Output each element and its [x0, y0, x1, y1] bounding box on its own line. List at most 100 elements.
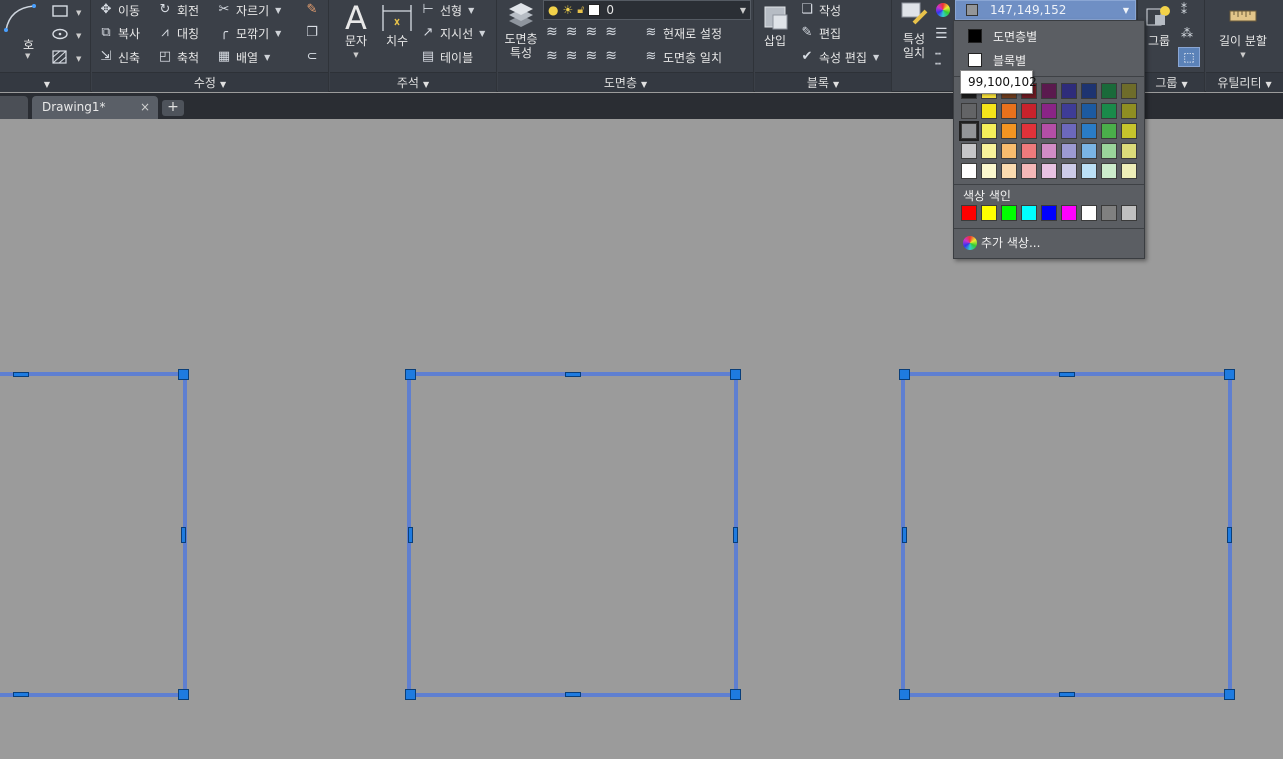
color-swatch[interactable]: [1081, 143, 1097, 159]
corner-grip[interactable]: [899, 369, 910, 380]
array-dropdown-icon[interactable]: ▼: [264, 53, 270, 62]
modify-panel-title[interactable]: 수정 ▼: [92, 72, 328, 92]
trim-button[interactable]: ✂ 자르기 ▼: [216, 0, 282, 20]
color-swatch[interactable]: [1081, 123, 1097, 139]
index-color-swatch[interactable]: [1041, 205, 1057, 221]
group-button[interactable]: 그룹: [1141, 2, 1177, 48]
index-color-swatch[interactable]: [1021, 205, 1037, 221]
group-edit-icon[interactable]: ⁂: [1181, 26, 1197, 42]
edit-attributes-button[interactable]: ✔ 속성 편집 ▼: [799, 47, 880, 67]
arc-dropdown-icon[interactable]: ▼: [25, 52, 30, 60]
layer-isolate-icon[interactable]: ≋: [546, 24, 558, 42]
close-icon[interactable]: ×: [140, 96, 150, 118]
color-swatch[interactable]: [1001, 143, 1017, 159]
color-swatch[interactable]: [1061, 123, 1077, 139]
linetype-icon[interactable]: ┅ ┅: [935, 50, 951, 70]
color-combo-dropdown-icon[interactable]: ▼: [1123, 6, 1129, 15]
midpoint-grip[interactable]: [733, 527, 738, 543]
erase-button[interactable]: ✎: [304, 0, 324, 20]
layer-unisolate-icon[interactable]: ≋: [546, 48, 558, 66]
new-tab-button[interactable]: +: [162, 100, 184, 116]
color-swatch[interactable]: [1001, 123, 1017, 139]
leader-button[interactable]: ↗ 지시선 ▼: [420, 23, 486, 43]
layer-on-tool-icon[interactable]: ≋: [566, 48, 578, 66]
make-current-button[interactable]: ≋ 현재로 설정: [643, 23, 722, 43]
hatch-button[interactable]: ▼: [52, 49, 86, 65]
index-color-swatch[interactable]: [1081, 205, 1097, 221]
lineweight-icon[interactable]: ☰: [935, 27, 951, 41]
color-swatch[interactable]: [1061, 83, 1077, 99]
midpoint-grip[interactable]: [408, 527, 413, 543]
color-swatch[interactable]: [1101, 103, 1117, 119]
color-swatch[interactable]: [1101, 143, 1117, 159]
color-swatch[interactable]: [1061, 103, 1077, 119]
layer-off-icon[interactable]: ≋: [566, 24, 578, 42]
color-swatch[interactable]: [1121, 123, 1137, 139]
color-option-bylayer[interactable]: 도면층별: [954, 25, 1144, 47]
corner-grip[interactable]: [1224, 689, 1235, 700]
dimension-button[interactable]: 치수: [380, 2, 414, 48]
color-swatch[interactable]: [1081, 103, 1097, 119]
color-swatch[interactable]: [1021, 163, 1037, 179]
text-button[interactable]: A 문자 ▼: [340, 2, 372, 62]
measure-dropdown-icon[interactable]: ▼: [1240, 48, 1245, 62]
color-swatch[interactable]: [1081, 83, 1097, 99]
layers-panel-title[interactable]: 도면층 ▼: [498, 72, 753, 92]
layer-lock-tool-icon[interactable]: ≋: [605, 24, 617, 42]
midpoint-grip[interactable]: [13, 692, 29, 697]
color-swatch[interactable]: [961, 143, 977, 159]
color-swatch[interactable]: [1121, 83, 1137, 99]
color-swatch[interactable]: [1021, 143, 1037, 159]
color-swatch[interactable]: [1121, 143, 1137, 159]
midpoint-grip[interactable]: [565, 692, 581, 697]
midpoint-grip[interactable]: [902, 527, 907, 543]
arc-label[interactable]: 호: [23, 36, 34, 53]
midpoint-grip[interactable]: [181, 527, 186, 543]
color-swatch[interactable]: [1041, 123, 1057, 139]
corner-grip[interactable]: [178, 369, 189, 380]
color-swatch[interactable]: [1041, 83, 1057, 99]
color-swatch[interactable]: [1121, 103, 1137, 119]
rectangle-button[interactable]: ▼: [52, 3, 86, 19]
text-dropdown-icon[interactable]: ▼: [353, 48, 358, 62]
drawing-tab[interactable]: Drawing1* ×: [32, 96, 158, 119]
index-color-swatch[interactable]: [981, 205, 997, 221]
index-color-swatch[interactable]: [1121, 205, 1137, 221]
corner-grip[interactable]: [730, 689, 741, 700]
midpoint-grip[interactable]: [1227, 527, 1232, 543]
color-swatch[interactable]: [959, 121, 979, 141]
color-swatch[interactable]: [1041, 143, 1057, 159]
color-swatch[interactable]: [981, 123, 997, 139]
scale-button[interactable]: ◰ 축척: [157, 47, 199, 67]
selected-rectangle[interactable]: [0, 372, 187, 697]
selected-rectangle[interactable]: [901, 372, 1232, 697]
selected-rectangle[interactable]: [407, 372, 738, 697]
table-button[interactable]: ▤ 테이블: [420, 47, 473, 67]
linear-dropdown-icon[interactable]: ▼: [468, 6, 474, 15]
rotate-button[interactable]: ↻ 회전: [157, 0, 200, 20]
color-swatch[interactable]: [981, 163, 997, 179]
color-swatch[interactable]: [961, 163, 977, 179]
color-swatch[interactable]: [961, 103, 977, 119]
stretch-button[interactable]: ⇲ 신축: [98, 47, 141, 67]
linear-button[interactable]: ⊢ 선형 ▼: [420, 0, 474, 20]
color-swatch[interactable]: [1001, 103, 1017, 119]
layer-unlock-tool-icon[interactable]: ≋: [605, 48, 617, 66]
trim-dropdown-icon[interactable]: ▼: [275, 6, 281, 15]
mirror-button[interactable]: ⩘ 대칭: [157, 23, 199, 43]
color-swatch[interactable]: [1041, 163, 1057, 179]
offset-button[interactable]: ⊂: [304, 47, 324, 67]
array-button[interactable]: ▦ 배열 ▼: [216, 47, 270, 67]
color-swatch[interactable]: [1101, 123, 1117, 139]
copy-button[interactable]: ⧉ 복사: [98, 23, 140, 43]
utilities-panel-title[interactable]: 유틸리티 ▼: [1206, 72, 1283, 92]
corner-grip[interactable]: [1224, 369, 1235, 380]
arc-icon[interactable]: [4, 2, 40, 32]
color-option-byblock[interactable]: 블록별: [954, 49, 1144, 71]
color-swatch[interactable]: [1101, 83, 1117, 99]
ellipse-button[interactable]: ▼: [52, 26, 86, 42]
edit-block-button[interactable]: ✎ 편집: [799, 23, 842, 43]
explode-button[interactable]: ❐: [304, 23, 324, 43]
layer-freeze-tool-icon[interactable]: ≋: [585, 24, 597, 42]
layer-combo-dropdown-icon[interactable]: ▼: [740, 6, 746, 15]
